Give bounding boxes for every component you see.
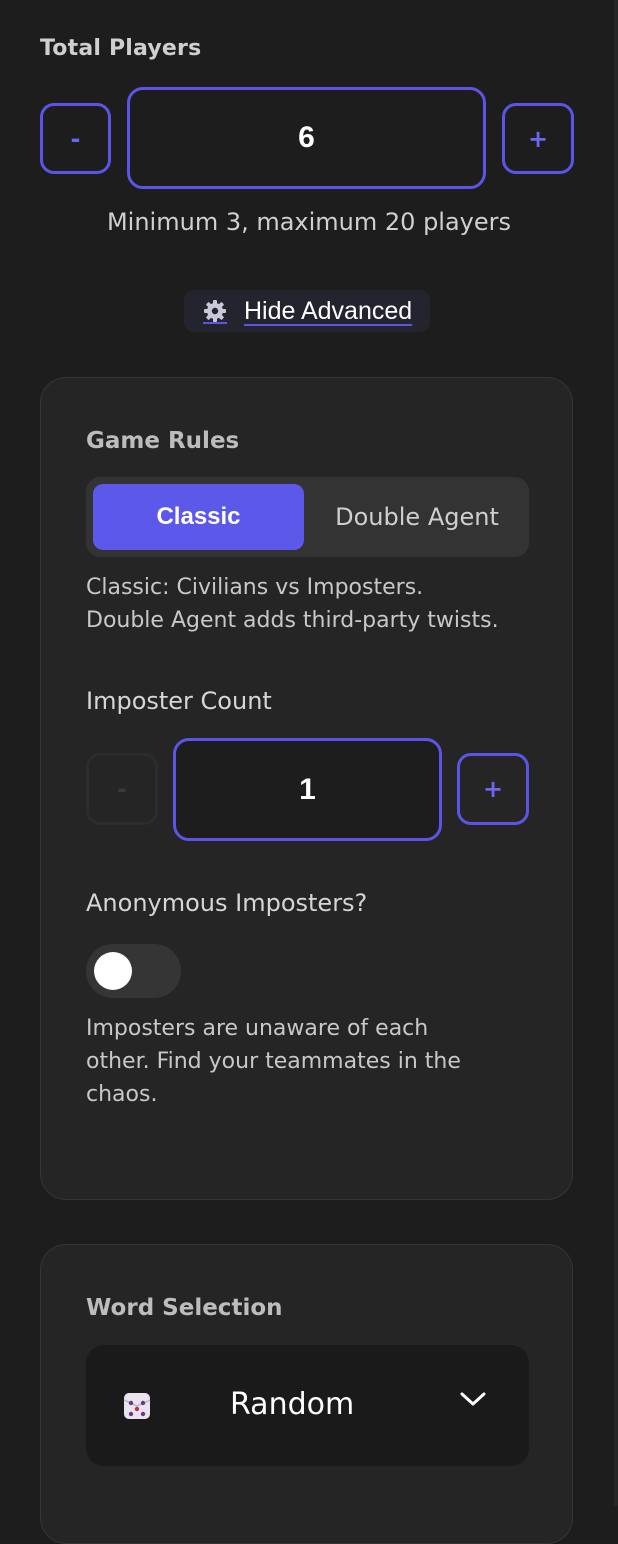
game-rules-description-line: Double Agent adds third-party twists. [86,608,499,633]
anonymous-imposters-toggle[interactable] [86,944,181,998]
word-selection-dropdown[interactable]: Random [86,1345,529,1466]
chevron-down-icon [458,1389,488,1413]
anonymous-imposters-label: Anonymous Imposters? [86,889,368,917]
toggle-knob [94,952,132,990]
gear-icon [200,297,230,325]
game-rules-description: Classic: Civilians vs Imposters. Double … [86,571,536,637]
game-rules-title: Game Rules [86,428,240,454]
word-selection-value: Random [230,1387,355,1422]
game-mode-segmented-control: Classic Double Agent [86,477,529,557]
players-decrement-button[interactable]: - [40,103,111,174]
hide-advanced-label: Hide Advanced [244,296,413,325]
imposter-increment-button[interactable]: + [457,753,529,825]
game-rules-card: Game Rules Classic Double Agent Classic:… [40,377,573,1200]
dice-icon [122,1391,152,1425]
mode-option-classic[interactable]: Classic [93,484,304,550]
imposter-decrement-button[interactable]: - [86,753,158,825]
imposter-count-label: Imposter Count [86,687,272,715]
players-hint: Minimum 3, maximum 20 players [106,208,512,236]
players-count-value[interactable]: 6 [127,87,486,189]
word-selection-title: Word Selection [86,1295,283,1321]
anonymous-description-line: chaos. [86,1082,158,1107]
anonymous-description-line: other. Find your teammates in the [86,1049,461,1074]
total-players-label: Total Players [40,36,202,61]
anonymous-imposters-description: Imposters are unaware of each other. Fin… [86,1012,536,1111]
mode-option-double-agent[interactable]: Double Agent [312,484,522,550]
anonymous-description-line: Imposters are unaware of each [86,1016,429,1041]
hide-advanced-button[interactable]: Hide Advanced [184,290,430,332]
players-increment-button[interactable]: + [502,103,574,174]
game-rules-description-line: Classic: Civilians vs Imposters. [86,575,424,600]
imposter-count-value[interactable]: 1 [173,738,442,841]
word-selection-card: Word Selection Random [40,1244,573,1544]
